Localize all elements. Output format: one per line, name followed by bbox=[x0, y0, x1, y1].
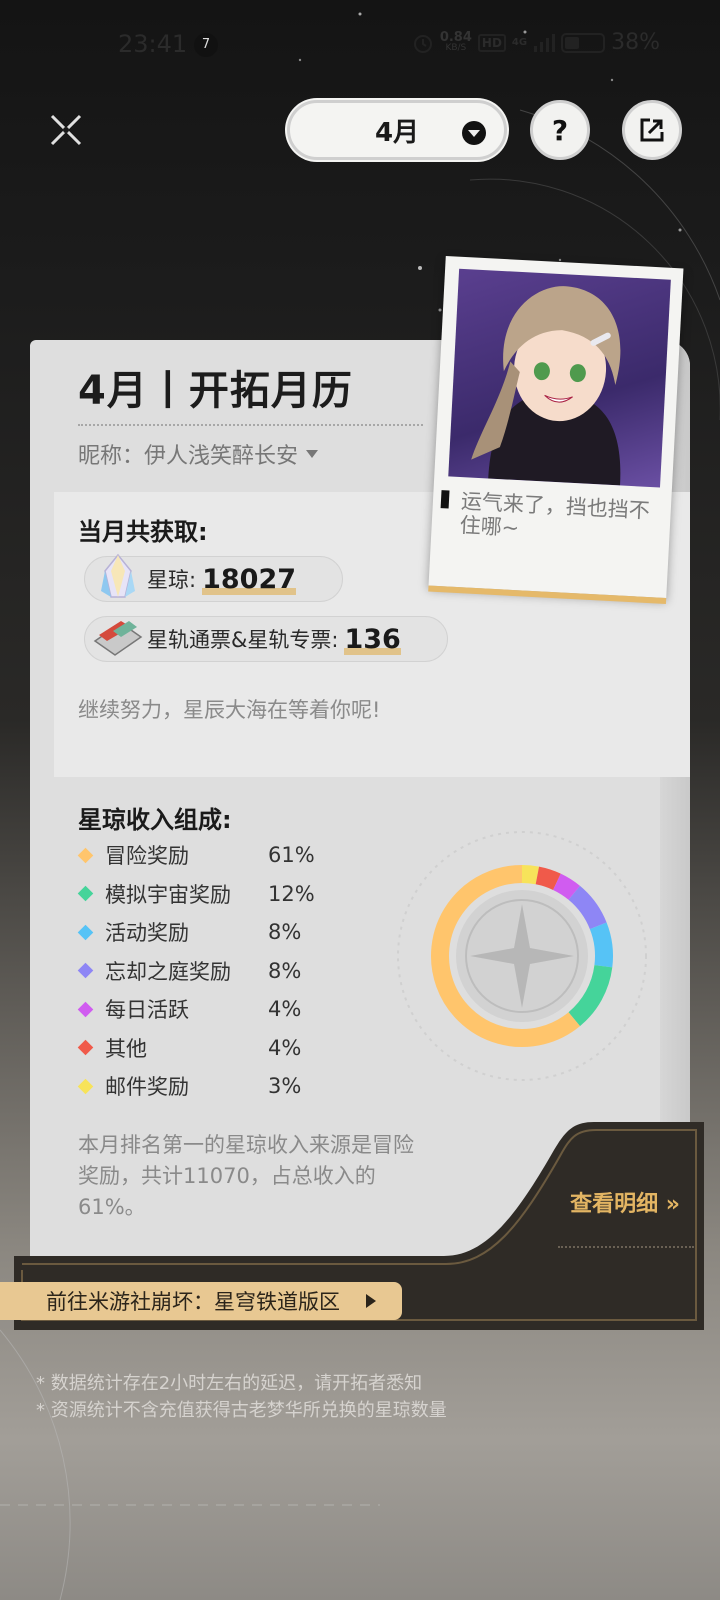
signal-icon bbox=[534, 33, 556, 52]
notification-badge: 7 bbox=[194, 33, 218, 57]
compass-emblem bbox=[465, 899, 579, 1013]
legend-item: 邮件奖励 3% bbox=[77, 1067, 338, 1106]
legend-item: 每日活跃 4% bbox=[77, 990, 338, 1029]
status-time: 23:41 bbox=[118, 30, 188, 58]
legend-item: 冒险奖励 61% bbox=[77, 836, 338, 875]
stellar-jade-value: 18027 bbox=[202, 563, 297, 595]
signal-label: 4G bbox=[511, 37, 528, 48]
forum-link-button[interactable]: 前往米游社崩坏：星穹铁道版区 bbox=[0, 1282, 402, 1320]
nickname-label: 昵称：伊人浅笑醉长安 bbox=[78, 444, 299, 469]
legend-pct: 8% bbox=[268, 920, 302, 945]
legend-label: 冒险奖励 bbox=[105, 844, 189, 869]
footnote-exclusion: * 资源统计不含充值获得古老梦华所兑换的星琼数量 bbox=[36, 1400, 447, 1421]
composition-title: 星琼收入组成: bbox=[78, 806, 232, 834]
legend-label: 邮件奖励 bbox=[105, 1075, 189, 1100]
legend-label: 其他 bbox=[105, 1036, 147, 1061]
help-button[interactable]: ? bbox=[530, 100, 590, 160]
legend-swatch bbox=[77, 924, 94, 941]
stellar-jade-label: 星琼: bbox=[147, 568, 197, 592]
donut-segment bbox=[552, 873, 581, 900]
question-icon: ? bbox=[551, 113, 569, 147]
legend-item: 模拟宇宙奖励 12% bbox=[77, 875, 338, 914]
legend-label: 模拟宇宙奖励 bbox=[105, 882, 231, 907]
legend-swatch bbox=[77, 1001, 94, 1018]
month-selector[interactable]: 4月 bbox=[287, 100, 507, 160]
view-details-link[interactable]: 查看明细 » bbox=[570, 1186, 680, 1218]
legend-item: 其他 4% bbox=[77, 1029, 338, 1068]
net-speed: 0.84 KB/S bbox=[439, 29, 472, 53]
stellar-jade-icon bbox=[101, 553, 135, 598]
donut-segment bbox=[589, 922, 613, 968]
legend-label: 活动奖励 bbox=[105, 921, 189, 946]
battery-percent: 38% bbox=[611, 30, 660, 55]
legend-pct: 12% bbox=[268, 881, 315, 906]
quote-marker bbox=[440, 490, 450, 509]
star-pass-value: 136 bbox=[344, 623, 401, 655]
legend-pct: 4% bbox=[268, 997, 302, 1022]
legend-item: 活动奖励 8% bbox=[77, 913, 338, 952]
hd-icon: HD bbox=[477, 33, 506, 52]
star-pass-label: 星轨通票&星轨专票: bbox=[147, 628, 339, 652]
status-icons: 0.84 KB/S HD 4G 38% bbox=[412, 30, 660, 55]
stellar-jade-row: 星琼: 18027 bbox=[84, 553, 344, 602]
dropdown-icon bbox=[306, 450, 319, 458]
encourage-text: 继续努力，星辰大海在等着你呢! bbox=[78, 698, 381, 722]
composition-legend: 冒险奖励 61% 模拟宇宙奖励 12% 活动奖励 8% 忘却之庭奖励 8% 每日活跃 4%… bbox=[77, 836, 338, 1106]
legend-label: 每日活跃 bbox=[105, 998, 189, 1023]
nickname-selector[interactable]: 昵称：伊人浅笑醉长安 bbox=[78, 438, 319, 470]
income-donut-chart bbox=[397, 831, 647, 1081]
legend-pct: 4% bbox=[268, 1035, 302, 1060]
legend-swatch bbox=[77, 1078, 94, 1095]
forum-link-label: 前往米游社崩坏：星穹铁道版区 bbox=[46, 1290, 340, 1314]
alarm-icon bbox=[413, 34, 432, 53]
close-icon bbox=[50, 114, 82, 146]
legend-pct: 8% bbox=[268, 958, 302, 983]
legend-swatch bbox=[77, 885, 94, 902]
donut-segment bbox=[521, 865, 540, 885]
title-divider bbox=[78, 424, 423, 426]
battery-icon bbox=[561, 32, 606, 53]
star-pass-icon bbox=[93, 621, 143, 656]
legend-item: 忘却之庭奖励 8% bbox=[77, 952, 338, 991]
legend-pct: 3% bbox=[268, 1074, 302, 1099]
status-bar: 23:41 7 0.84 KB/S HD 4G 38% bbox=[0, 0, 720, 90]
close-button[interactable] bbox=[44, 108, 88, 152]
legend-swatch bbox=[77, 1039, 94, 1056]
character-portrait bbox=[448, 268, 671, 488]
legend-label: 忘却之庭奖励 bbox=[105, 959, 231, 984]
share-icon bbox=[640, 118, 664, 142]
page-title: 4月丨开拓月历 bbox=[78, 368, 353, 414]
play-arrow-icon bbox=[366, 1294, 376, 1308]
legend-pct: 61% bbox=[268, 843, 315, 868]
footnotes: * 数据统计存在2小时左右的延迟，请开拓者悉知 * 资源统计不含充值获得古老梦华… bbox=[36, 1370, 447, 1424]
legend-swatch bbox=[77, 962, 94, 979]
footnote-delay: * 数据统计存在2小时左右的延迟，请开拓者悉知 bbox=[36, 1373, 423, 1394]
character-polaroid: 运气来了，挡也挡不住哪~ bbox=[428, 255, 684, 604]
gain-title: 当月共获取: bbox=[78, 518, 208, 546]
character-quote: 运气来了，挡也挡不住哪~ bbox=[459, 489, 651, 541]
legend-swatch bbox=[77, 847, 94, 864]
star-pass-row: 星轨通票&星轨专票: 136 bbox=[84, 616, 448, 662]
share-button[interactable] bbox=[622, 100, 682, 160]
detail-divider bbox=[558, 1246, 694, 1248]
month-label: 4月 bbox=[374, 117, 420, 148]
chevron-down-icon bbox=[462, 121, 486, 145]
donut-segment bbox=[535, 866, 561, 891]
